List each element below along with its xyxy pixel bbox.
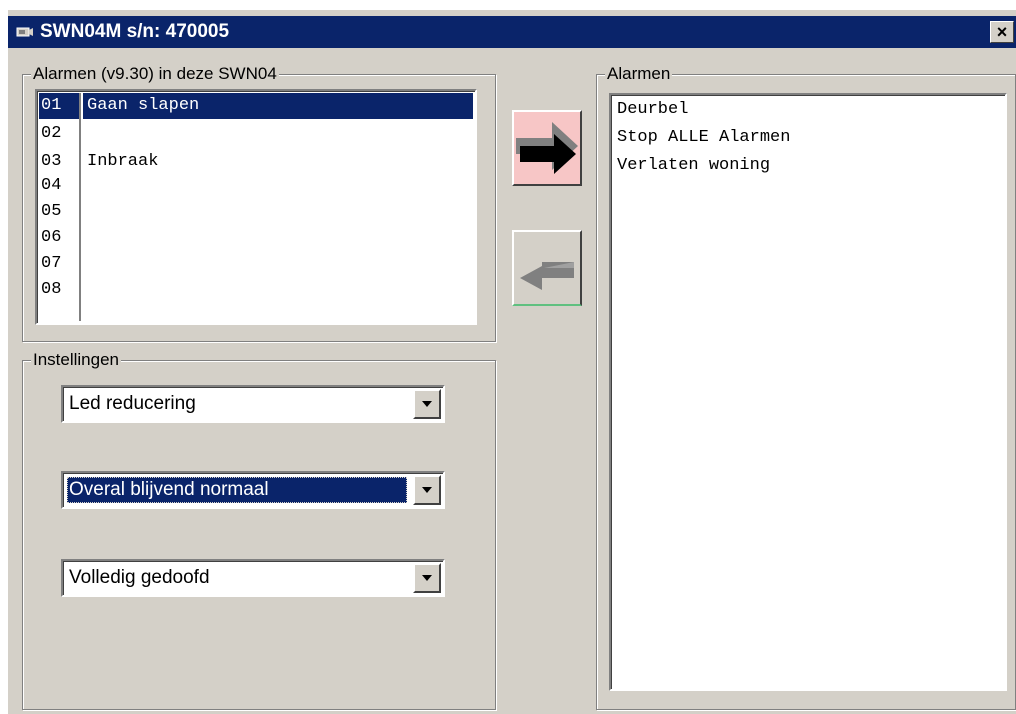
window-title: SWN04M s/n: 470005	[40, 21, 230, 42]
title-bar: SWN04M s/n: 470005 ×	[8, 16, 1016, 48]
add-alarm-button[interactable]	[512, 110, 582, 186]
slot-text[interactable]	[83, 199, 473, 225]
off-state-dropdown[interactable]: Volledig gedoofd	[61, 559, 445, 597]
led-mode-dropdown-button[interactable]	[413, 389, 441, 419]
slot-number[interactable]: 01	[39, 93, 79, 119]
slot-text[interactable]	[83, 251, 473, 277]
slot-text[interactable]	[83, 121, 473, 147]
led-mode-dropdown[interactable]: Led reducering	[61, 385, 445, 423]
alarm-item[interactable]: Stop ALLE Alarmen	[617, 125, 790, 151]
off-state-dropdown-button[interactable]	[413, 563, 441, 593]
close-button[interactable]: ×	[990, 21, 1014, 43]
alarm-slot-list[interactable]: 01 Gaan slapen 02 03 Inbraak 04 05 06 07…	[35, 89, 477, 325]
off-state-value: Volledig gedoofd	[69, 567, 210, 588]
slot-text-selected[interactable]: Gaan slapen	[83, 93, 473, 119]
slot-text[interactable]: Inbraak	[83, 149, 473, 175]
behavior-value: Overal blijvend normaal	[67, 477, 407, 503]
slot-number[interactable]: 06	[39, 225, 79, 251]
settings-group: Instellingen Led reducering Overal blijv…	[22, 350, 496, 710]
settings-group-label: Instellingen	[31, 350, 122, 370]
led-mode-value: Led reducering	[69, 393, 196, 414]
alarms-group: Alarmen Deurbel Stop ALLE Alarmen Verlat…	[596, 64, 1016, 710]
alarm-list-group-label: Alarmen (v9.30) in deze SWN04	[31, 64, 279, 84]
app-icon	[16, 27, 33, 37]
slot-number[interactable]: 08	[39, 277, 79, 303]
behavior-dropdown[interactable]: Overal blijvend normaal	[61, 471, 445, 509]
alarms-group-label: Alarmen	[605, 64, 673, 84]
alarms-list[interactable]: Deurbel Stop ALLE Alarmen Verlaten wonin…	[609, 93, 1007, 691]
slot-number[interactable]: 05	[39, 199, 79, 225]
remove-alarm-button[interactable]	[512, 230, 582, 306]
alarm-item[interactable]: Verlaten woning	[617, 153, 770, 179]
alarm-item[interactable]: Deurbel	[617, 97, 688, 123]
close-icon: ×	[996, 21, 1008, 42]
slot-number[interactable]: 04	[39, 173, 79, 199]
slot-text[interactable]	[83, 225, 473, 251]
slot-text[interactable]	[83, 277, 473, 303]
arrow-right-icon	[516, 122, 578, 174]
behavior-dropdown-button[interactable]	[413, 475, 441, 505]
slot-number[interactable]: 03	[39, 149, 79, 175]
chevron-down-icon	[422, 401, 432, 407]
dialog-window: SWN04M s/n: 470005 × Alarmen (v9.30) in …	[8, 10, 1016, 714]
chevron-down-icon	[422, 487, 432, 493]
alarm-list-group: Alarmen (v9.30) in deze SWN04 01 Gaan sl…	[22, 64, 496, 342]
arrow-left-icon	[520, 262, 574, 290]
slot-number[interactable]: 07	[39, 251, 79, 277]
slot-number[interactable]: 02	[39, 121, 79, 147]
chevron-down-icon	[422, 575, 432, 581]
slot-text[interactable]	[83, 173, 473, 199]
